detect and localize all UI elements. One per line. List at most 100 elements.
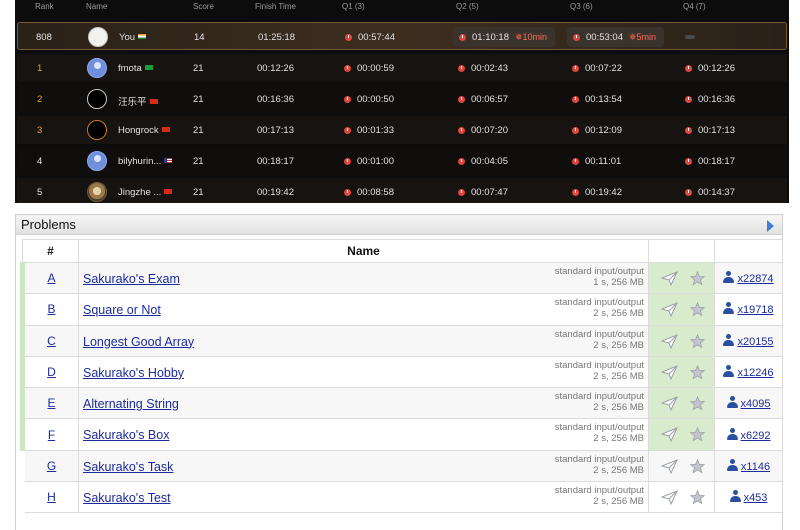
problem-name-link[interactable]: Alternating String	[83, 397, 179, 411]
q3-time: 00:13:54	[585, 94, 622, 105]
header-score: Score	[193, 2, 214, 11]
q2-penalty: ✵10min	[514, 32, 548, 42]
problem-name-link[interactable]: Sakurako's Box	[83, 428, 169, 442]
clock-icon	[458, 64, 465, 72]
problem-limits: standard input/output 2 s, 256 MB	[555, 391, 644, 413]
score-cell: 21	[193, 156, 204, 167]
problem-row: E Alternating String standard input/output…	[20, 387, 783, 420]
submit-paper-plane-icon[interactable]	[660, 490, 678, 506]
problem-actions-cell	[648, 449, 715, 483]
problem-limits: standard input/output 1 s, 256 MB	[555, 266, 644, 288]
solvers-count-link[interactable]: x1146	[741, 461, 770, 473]
problem-index-link[interactable]: E	[47, 396, 55, 410]
submit-paper-plane-icon[interactable]	[660, 271, 678, 287]
user-name-cell[interactable]: Jingzhe ...	[118, 187, 173, 198]
submit-paper-plane-icon[interactable]	[660, 427, 678, 443]
problem-name-link[interactable]: Sakurako's Exam	[83, 272, 180, 286]
submit-paper-plane-icon[interactable]	[660, 302, 678, 318]
q4-time-cell: 00:16:36	[685, 94, 735, 105]
problems-table-header: # Name	[22, 239, 783, 263]
submit-paper-plane-icon[interactable]	[660, 458, 678, 475]
q2-time: 00:06:57	[471, 94, 508, 105]
user-icon	[726, 458, 738, 472]
user-name[interactable]: fmota	[118, 63, 142, 74]
q2-time-cell: 00:07:47	[458, 187, 508, 198]
problem-time-memory: 2 s, 256 MB	[593, 464, 644, 476]
solvers-count-link[interactable]: x22874	[737, 273, 773, 285]
clock-icon	[344, 95, 351, 103]
solvers-count-link[interactable]: x20155	[737, 336, 773, 348]
user-name[interactable]: bilyhurin...	[118, 156, 161, 167]
score-cell: 21	[193, 63, 204, 74]
problems-title-bar: Problems	[16, 215, 782, 235]
q4-time-cell: 00:12:26	[685, 63, 735, 74]
problem-limits: standard input/output 2 s, 256 MB	[555, 454, 644, 476]
user-name[interactable]: You	[119, 32, 135, 43]
solvers-count-link[interactable]: x12246	[737, 367, 773, 379]
q3-time: 00:12:09	[585, 125, 622, 136]
problem-index-link[interactable]: C	[47, 334, 56, 348]
problem-row: G Sakurako's Task standard input/output 2 s…	[22, 449, 783, 483]
problem-index-link[interactable]: A	[47, 271, 55, 285]
problem-name-cell: Sakurako's Box standard input/output 2 s, …	[78, 418, 649, 451]
problem-name-cell: Longest Good Array standard input/output 2…	[78, 324, 649, 357]
problem-name-link[interactable]: Longest Good Array	[83, 335, 194, 349]
solvers-count-link[interactable]: x19718	[737, 304, 773, 316]
solvers-count-link[interactable]: x6292	[741, 430, 771, 442]
problem-time-memory: 2 s, 256 MB	[593, 308, 644, 320]
favorite-star-icon[interactable]	[689, 333, 706, 349]
user-name[interactable]: Jingzhe ...	[118, 187, 161, 198]
favorite-star-icon[interactable]	[689, 427, 706, 442]
score-cell: 14	[194, 32, 205, 43]
solvers-count-link[interactable]: x453	[744, 492, 768, 504]
problem-index-link[interactable]: D	[47, 365, 56, 379]
favorite-star-icon[interactable]	[689, 395, 706, 411]
problem-name-link[interactable]: Sakurako's Test	[83, 491, 171, 505]
submit-paper-plane-icon[interactable]	[660, 364, 678, 381]
problem-name-link[interactable]: Sakurako's Hobby	[83, 366, 184, 380]
favorite-star-icon[interactable]	[689, 489, 706, 505]
problem-actions-cell	[648, 261, 715, 295]
favorite-star-icon[interactable]	[689, 270, 706, 286]
clock-icon	[572, 188, 579, 196]
favorite-star-icon[interactable]	[689, 458, 706, 474]
q1-time: 00:00:50	[357, 94, 394, 105]
problem-index-link[interactable]: H	[47, 490, 56, 504]
user-name[interactable]: 汪乐平	[118, 97, 147, 108]
favorite-star-icon[interactable]	[689, 364, 706, 380]
user-name-cell[interactable]: fmota	[118, 63, 153, 74]
clock-icon	[458, 95, 465, 103]
avatar	[88, 27, 108, 47]
expand-arrow-icon[interactable]	[767, 220, 774, 232]
user-name-cell[interactable]: 汪乐平	[118, 94, 158, 108]
header-q2: Q2 (5)	[456, 2, 479, 11]
solvers-count-link[interactable]: x4095	[741, 398, 771, 410]
favorite-star-icon[interactable]	[689, 302, 706, 317]
problem-index-link[interactable]: G	[47, 459, 56, 473]
user-name-cell[interactable]: Hongrock	[118, 125, 170, 136]
problem-index-link[interactable]: B	[47, 302, 55, 316]
q1-time: 00:00:59	[357, 63, 394, 74]
clock-icon	[573, 33, 580, 41]
leaderboard-panel: Rank Name Score Finish Time Q1 (3) Q2 (5…	[15, 0, 789, 203]
q2-time: 00:07:47	[471, 187, 508, 198]
problem-name-link[interactable]: Sakurako's Task	[83, 460, 173, 474]
q2-time: 00:02:43	[471, 63, 508, 74]
submit-paper-plane-icon[interactable]	[660, 396, 678, 412]
user-name-cell[interactable]: You	[119, 32, 147, 43]
submit-paper-plane-icon[interactable]	[660, 333, 678, 349]
problem-row: H Sakurako's Test standard input/output 2 s…	[22, 481, 783, 514]
problem-name-link[interactable]: Square or Not	[83, 303, 161, 317]
user-name-cell[interactable]: bilyhurin...	[118, 156, 173, 167]
problem-index-link[interactable]: F	[48, 428, 55, 442]
q3-time-cell: 00:19:42	[572, 187, 622, 198]
q3-time-cell: 00:13:54	[572, 94, 622, 105]
problem-limits: standard input/output 2 s, 256 MB	[555, 297, 644, 319]
clock-icon	[572, 95, 579, 103]
q1-time-cell: 00:08:58	[344, 187, 394, 198]
user-name[interactable]: Hongrock	[118, 125, 159, 136]
brazil-flag-icon	[144, 65, 153, 70]
q1-time-cell: 00:00:50	[344, 94, 394, 105]
problem-solvers-cell: x12246	[714, 355, 783, 389]
problem-io: standard input/output	[554, 485, 644, 497]
